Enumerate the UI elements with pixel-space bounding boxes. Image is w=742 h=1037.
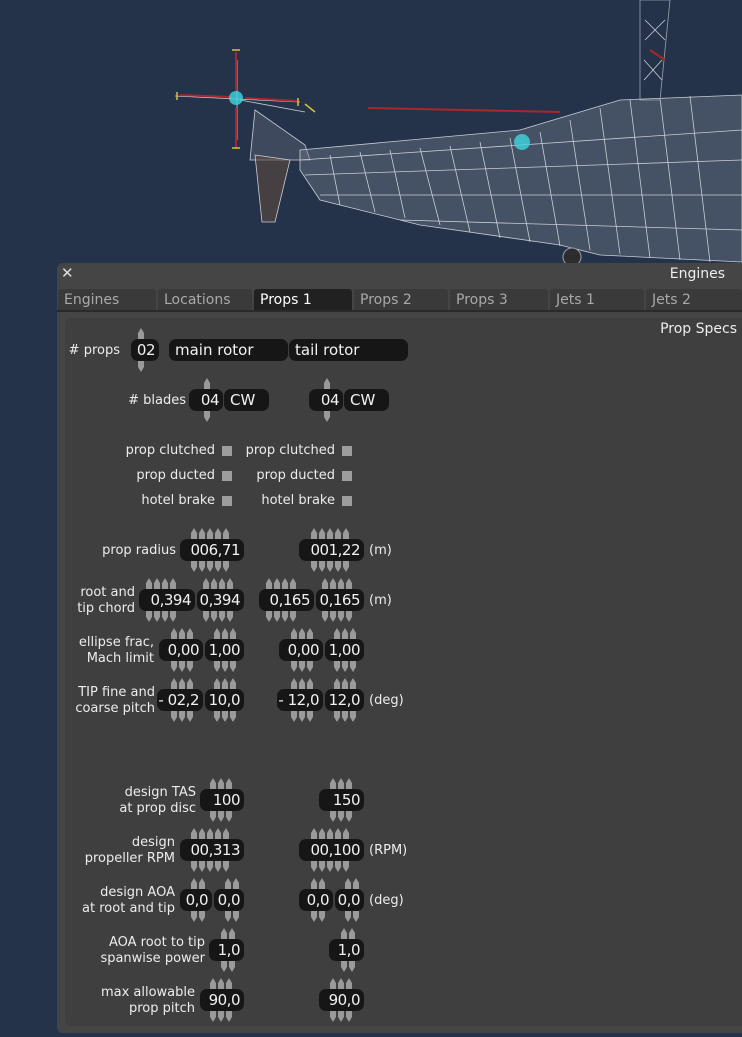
- prop-specs-panel: Prop Specs: [65, 318, 742, 1026]
- direction-field-1[interactable]: CW: [224, 389, 269, 411]
- tab-props-3[interactable]: Props 3: [450, 289, 548, 310]
- fine-pitch-field-1[interactable]: - 02,2: [157, 689, 203, 711]
- num-blades-label: # blades: [128, 393, 186, 408]
- ellipse-frac-field-1[interactable]: 0,00: [159, 639, 203, 661]
- ellipse-frac-field-2[interactable]: 0,00: [279, 639, 323, 661]
- prop-name-field-2[interactable]: tail rotor: [289, 339, 408, 361]
- design-tas-field-2[interactable]: 150: [319, 789, 364, 811]
- mach-limit-field-1[interactable]: 1,00: [205, 639, 244, 661]
- aoa-root-field-1[interactable]: 0,0: [180, 889, 212, 911]
- spanwise-power-field-1[interactable]: 1,0: [209, 939, 244, 961]
- tab-divider: [57, 310, 742, 312]
- tab-jets-2[interactable]: Jets 2: [646, 289, 742, 310]
- max-pitch-field-2[interactable]: 90,0: [319, 989, 364, 1011]
- tab-engines[interactable]: Engines: [58, 289, 156, 310]
- panel-title: Prop Specs: [660, 321, 737, 337]
- blades-field-1[interactable]: 04: [189, 389, 223, 411]
- chord-label: root and tip chord: [77, 585, 135, 616]
- tip-chord-field-1[interactable]: 0,394: [197, 589, 244, 611]
- tab-props-2[interactable]: Props 2: [354, 289, 448, 310]
- blades-field-2[interactable]: 04: [309, 389, 343, 411]
- design-rpm-field-2[interactable]: 00,100: [299, 839, 364, 861]
- spanwise-power-label: AOA root to tip spanwise power: [100, 935, 205, 966]
- aoa-tip-field-1[interactable]: 0,0: [214, 889, 244, 911]
- close-icon[interactable]: ✕: [61, 264, 74, 282]
- window-titlebar[interactable]: ✕ Engines: [57, 263, 742, 287]
- tab-locations[interactable]: Locations: [158, 289, 252, 310]
- direction-field-2[interactable]: CW: [344, 389, 389, 411]
- hotel-brake-label-2: hotel brake: [261, 493, 335, 508]
- tab-jets-1[interactable]: Jets 1: [550, 289, 644, 310]
- tip-chord-field-2[interactable]: 0,165: [316, 589, 364, 611]
- ellipse-label: ellipse frac, Mach limit: [78, 635, 154, 666]
- design-rpm-field-1[interactable]: 00,313: [180, 839, 244, 861]
- helicopter-wireframe: [174, 0, 742, 263]
- prop-clutched-checkbox-1[interactable]: [222, 446, 232, 456]
- spanwise-power-field-2[interactable]: 1,0: [329, 939, 364, 961]
- hotel-brake-checkbox-2[interactable]: [342, 496, 352, 506]
- design-tas-label: design TAS at prop disc: [119, 785, 196, 816]
- radius-unit: (m): [369, 543, 392, 558]
- chord-unit: (m): [369, 593, 392, 608]
- radius-field-2[interactable]: 001,22: [299, 539, 364, 561]
- design-rpm-label: design propeller RPM: [84, 835, 175, 866]
- root-chord-field-1[interactable]: 0,394: [139, 589, 195, 611]
- prop-name-field-1[interactable]: main rotor: [169, 339, 288, 361]
- design-tas-field-1[interactable]: 100: [200, 789, 244, 811]
- num-props-field[interactable]: 02: [131, 339, 159, 361]
- window-title: Engines: [669, 266, 725, 282]
- num-props-label: # props: [68, 343, 120, 358]
- prop-ducted-checkbox-1[interactable]: [222, 471, 232, 481]
- main-hub-icon: [514, 134, 530, 150]
- radius-field-1[interactable]: 006,71: [180, 539, 244, 561]
- root-chord-field-2[interactable]: 0,165: [259, 589, 314, 611]
- aoa-tip-field-2[interactable]: 0,0: [335, 889, 364, 911]
- pitch-unit: (deg): [369, 693, 404, 708]
- coarse-pitch-field-2[interactable]: 12,0: [325, 689, 364, 711]
- prop-radius-label: prop radius: [102, 543, 176, 558]
- mach-limit-field-2[interactable]: 1,00: [325, 639, 364, 661]
- design-aoa-label: design AOA at root and tip: [82, 885, 175, 916]
- fine-pitch-field-2[interactable]: - 12,0: [277, 689, 323, 711]
- coarse-pitch-field-1[interactable]: 10,0: [205, 689, 244, 711]
- prop-ducted-label-2: prop ducted: [256, 468, 335, 483]
- hotel-brake-label: hotel brake: [141, 493, 215, 508]
- pitch-label: TIP fine and coarse pitch: [75, 685, 155, 716]
- aoa-unit: (deg): [369, 893, 404, 908]
- prop-ducted-label: prop ducted: [136, 468, 215, 483]
- rpm-unit: (RPM): [369, 843, 408, 858]
- hotel-brake-checkbox-1[interactable]: [222, 496, 232, 506]
- prop-clutched-checkbox-2[interactable]: [342, 446, 352, 456]
- prop-clutched-label-2: prop clutched: [245, 443, 335, 458]
- prop-ducted-checkbox-2[interactable]: [342, 471, 352, 481]
- max-pitch-field-1[interactable]: 90,0: [200, 989, 244, 1011]
- max-pitch-label: max allowable prop pitch: [100, 985, 195, 1016]
- tail-rotor-hub-icon: [229, 91, 243, 105]
- aoa-root-field-2[interactable]: 0,0: [299, 889, 333, 911]
- tab-props-1[interactable]: Props 1: [254, 289, 352, 310]
- 3d-viewport[interactable]: [0, 0, 742, 265]
- prop-clutched-label: prop clutched: [125, 443, 215, 458]
